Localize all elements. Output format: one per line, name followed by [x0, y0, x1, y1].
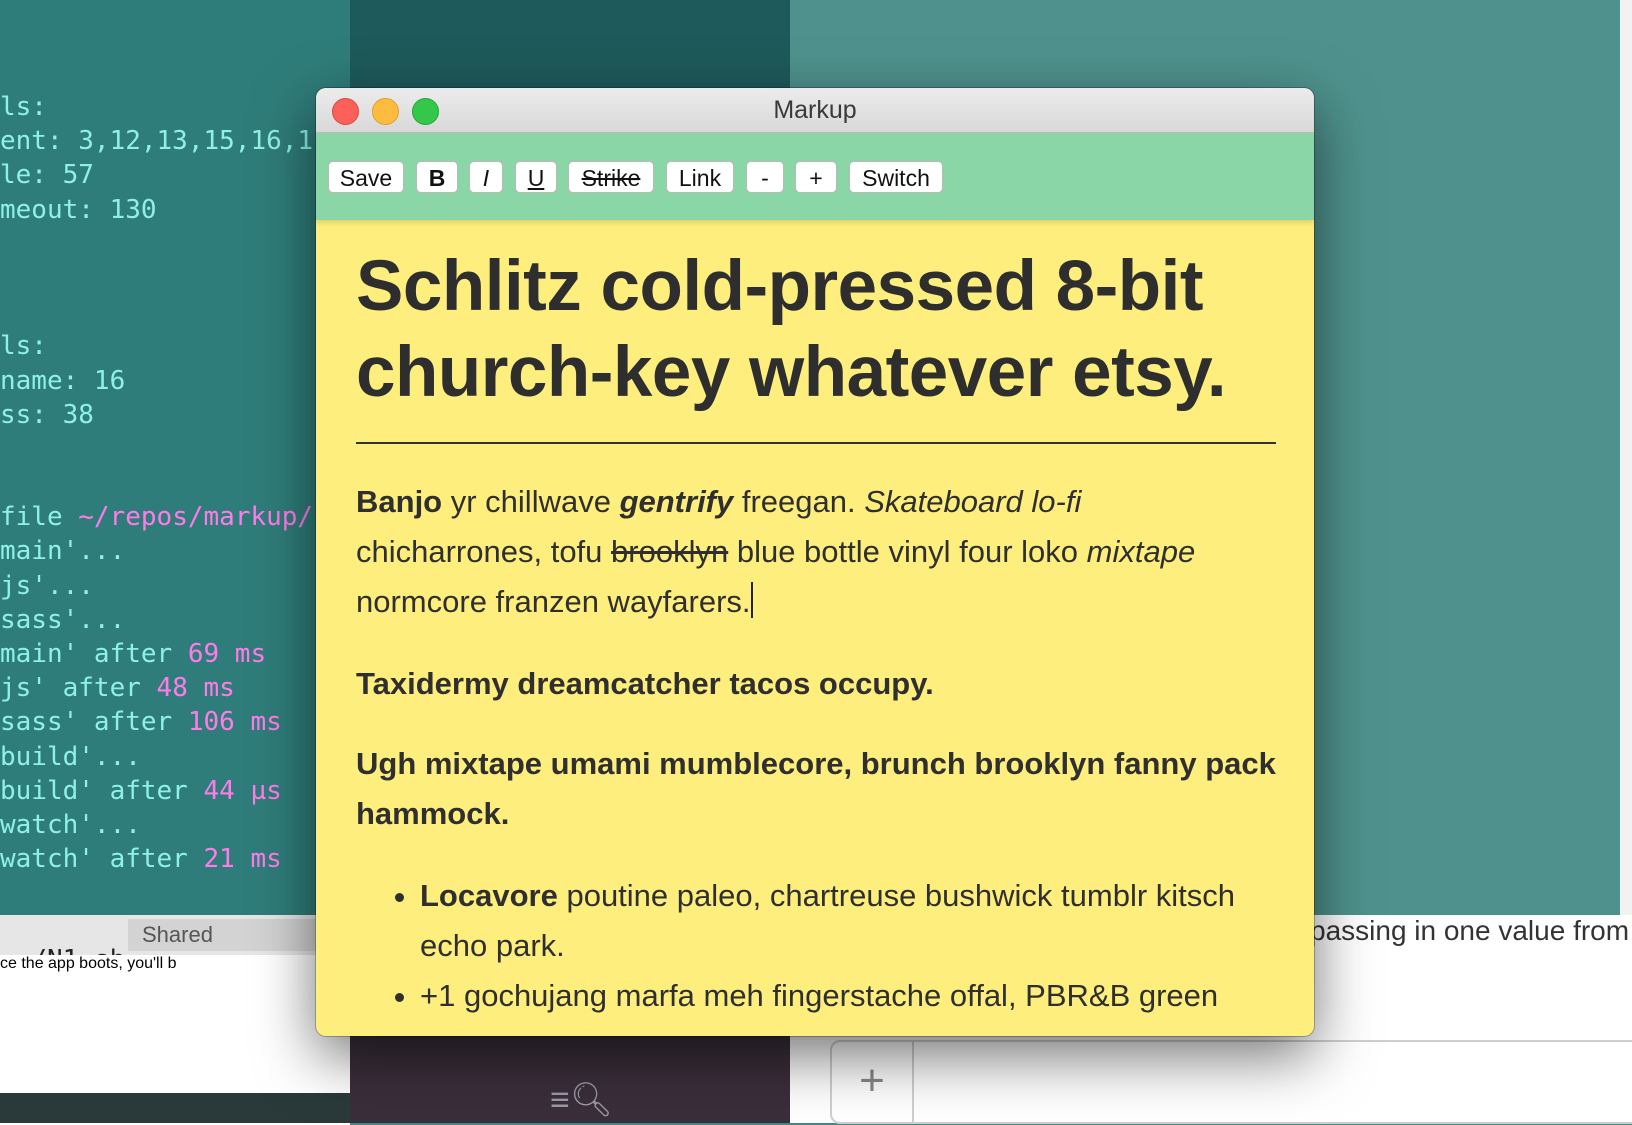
terminal-line: ent: 3,12,13,15,16,1: [0, 124, 350, 158]
bullet-list: Locavore poutine paleo, chartreuse bushw…: [356, 871, 1276, 1021]
paragraph-3: Ugh mixtape umami mumblecore, brunch bro…: [356, 746, 1276, 831]
terminal-line: ls:: [0, 329, 350, 363]
strike-button[interactable]: Strike: [568, 161, 654, 193]
formatting-toolbar: Save B I U Strike Link - + Switch: [316, 133, 1314, 220]
list-item-bold: Locavore: [420, 878, 558, 913]
terminal-line: watch' after 21 ms: [0, 842, 350, 876]
add-block-box[interactable]: +: [830, 1040, 1632, 1124]
terminal-line-text: ls:: [0, 92, 47, 122]
bold-button[interactable]: B: [416, 161, 458, 193]
terminal-line-text: ent: 3,12,13,15,16,1: [0, 126, 314, 157]
terminal-line-text: name: 16: [0, 365, 126, 396]
terminal-line-text: sass'...: [0, 604, 126, 635]
terminal-line: main' after 69 ms: [0, 637, 350, 671]
list-item: +1 gochujang marfa meh fingerstache offa…: [420, 971, 1276, 1021]
terminal-line-text: watch' after: [0, 844, 204, 875]
editor-content[interactable]: Schlitz cold-pressed 8-bit church-key wh…: [356, 218, 1276, 1036]
italic-text: mixtape: [1086, 534, 1196, 569]
italic-button[interactable]: I: [469, 161, 503, 193]
terminal-line-highlight: 48 ms: [156, 673, 235, 704]
increase-size-button[interactable]: +: [795, 161, 837, 193]
strike-text: brooklyn: [611, 534, 729, 569]
terminal-line-highlight: 21 ms: [203, 844, 282, 875]
terminal-line-highlight: 69 ms: [187, 639, 267, 669]
terminal-line-highlight: 44 µs: [203, 775, 282, 806]
terminal-line-highlight: 106 ms: [187, 707, 282, 738]
italic-text: Skateboard lo-fi: [864, 484, 1082, 519]
terminal-line-text: build'...: [0, 741, 141, 772]
markup-window: Markup Save B I U Strike Link - + Switch…: [316, 88, 1314, 1036]
plain-text: blue bottle vinyl four loko: [728, 534, 1087, 569]
terminal-status-bar: /N1.sh - Shared: [0, 915, 350, 955]
plain-text: chicharrones, tofu: [356, 534, 612, 569]
terminal-line: sass'...: [0, 603, 350, 637]
underline-button[interactable]: U: [515, 161, 557, 193]
plus-icon[interactable]: +: [832, 1042, 914, 1122]
background-doc-text: passing in one value from: [1310, 915, 1630, 946]
window-title: Markup: [773, 96, 857, 124]
paragraph-1: Banjo yr chillwave gentrify freegan. Ska…: [356, 477, 1276, 627]
terminal-line-text: sass' after: [0, 707, 188, 738]
terminal-line: watch'...: [0, 808, 350, 842]
terminal-output: ls: ent: 3,12,13,15,16,1 le: 57 meout: 130 l…: [0, 90, 350, 880]
terminal-line: main'...: [0, 534, 350, 568]
terminal-line-text: meout: 130: [0, 194, 157, 225]
terminal-line-text: js'...: [0, 570, 94, 601]
terminal-line: js' after 48 ms: [0, 671, 350, 705]
terminal-line: ls:: [0, 90, 350, 124]
terminal-line: js'...: [0, 569, 350, 603]
terminal-line-text: le: 57: [0, 160, 94, 191]
bold-italic-text: gentrify: [619, 484, 734, 519]
terminal-line-text: watch'...: [0, 809, 141, 840]
terminal-line-text: js' after: [0, 673, 157, 704]
terminal-line: build'...: [0, 740, 350, 774]
terminal-line: le: 57: [0, 158, 350, 192]
link-button[interactable]: Link: [666, 161, 734, 193]
terminal-line: ss: 38: [0, 398, 350, 432]
save-button[interactable]: Save: [328, 161, 404, 193]
switch-button[interactable]: Switch: [849, 161, 943, 193]
text-cursor: [750, 582, 753, 618]
terminal-line-text: file: [0, 502, 79, 533]
search-list-icon[interactable]: ≡🔍︎: [550, 1080, 613, 1120]
document-heading: Schlitz cold-pressed 8-bit church-key wh…: [356, 218, 1276, 444]
terminal-line: sass' after 106 ms: [0, 705, 350, 739]
terminal-line: file ~/repos/markup/: [0, 500, 350, 534]
plain-text: freegan.: [733, 484, 865, 519]
terminal-line: name: 16: [0, 364, 350, 398]
terminal-line-text: ss: 38: [0, 399, 94, 430]
bold-text: Banjo: [356, 484, 443, 519]
plain-text: yr chillwave: [442, 484, 620, 519]
list-item: Locavore poutine paleo, chartreuse bushw…: [420, 871, 1276, 971]
paragraph-2: Taxidermy dreamcatcher tacos occupy.: [356, 666, 934, 701]
terminal-line-text: build' after: [0, 775, 204, 806]
list-item-text: +1 gochujang marfa meh fingerstache offa…: [420, 978, 1219, 1013]
terminal-line-text: main'...: [0, 536, 126, 567]
background-image-strip: [0, 1093, 350, 1123]
terminal-line-highlight: ~/repos/markup/: [78, 502, 314, 533]
background-page-text: ce the app boots, you'll b: [0, 955, 177, 972]
decrease-size-button[interactable]: -: [746, 161, 784, 193]
title-bar[interactable]: Markup: [316, 88, 1314, 133]
plain-text: normcore franzen wayfarers.: [356, 584, 751, 619]
terminal-line: meout: 130: [0, 193, 350, 227]
terminal-line-text: main' after: [0, 639, 188, 669]
terminal-line: build' after 44 µs: [0, 774, 350, 808]
terminal-line-text: ls:: [0, 331, 47, 362]
